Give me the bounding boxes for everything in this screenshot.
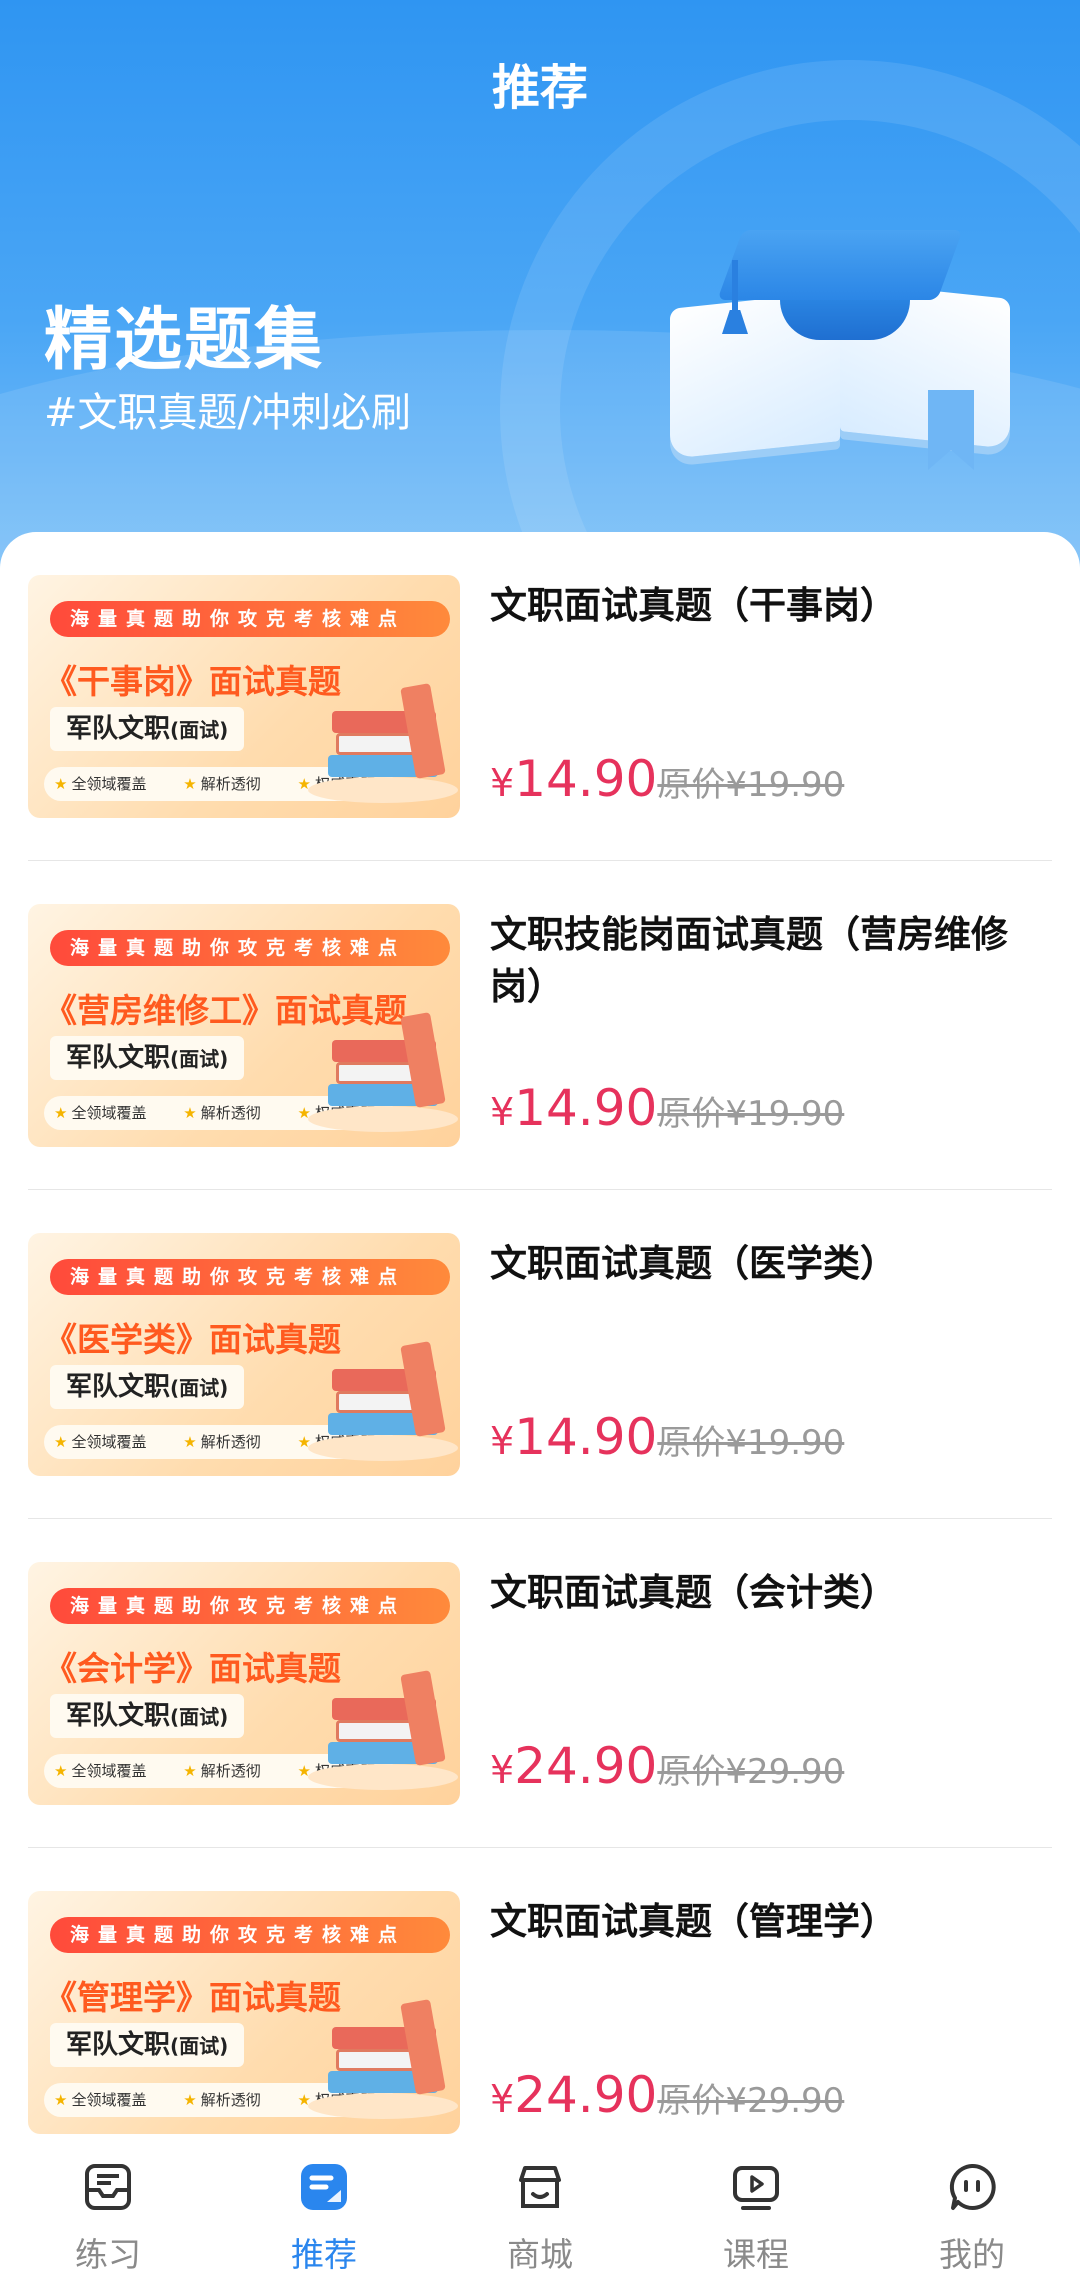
thumb-ribbon: 海量真题助你攻克考核难点 <box>50 930 450 966</box>
thumb-brand: 军队文职(面试) <box>50 1694 245 1738</box>
nav-item-practice[interactable]: 练习 <box>0 2140 216 2285</box>
nav-item-store[interactable]: 商城 <box>432 2140 648 2285</box>
thumb-headline: 《医学类》面试真题 <box>44 1320 341 1359</box>
price-row: ¥24.90原价¥29.90 <box>490 2066 844 2124</box>
list-item[interactable]: 海量真题助你攻克考核难点 《会计学》面试真题 军队文职(面试) ★ 全领域覆盖 ★… <box>0 1519 1080 1848</box>
course-thumbnail[interactable]: 海量真题助你攻克考核难点 《会计学》面试真题 军队文职(面试) ★ 全领域覆盖 ★… <box>28 1562 460 1805</box>
thumb-brand: 军队文职(面试) <box>50 2023 245 2067</box>
books-icon <box>308 1999 458 2121</box>
original-price: 原价¥19.90 <box>657 1094 845 1134</box>
item-title[interactable]: 文职面试真题（会计类） <box>490 1567 1060 1619</box>
list-item[interactable]: 海量真题助你攻克考核难点 《管理学》面试真题 军队文职(面试) ★ 全领域覆盖 ★… <box>0 1848 1080 2157</box>
hero-title: 精选题集 <box>44 301 325 380</box>
price-row: ¥14.90原价¥19.90 <box>490 1079 844 1137</box>
star-icon: ★ <box>183 2091 197 2109</box>
hero-subtitle: #文职真题/冲刺必刷 <box>44 390 411 436</box>
star-icon: ★ <box>54 775 68 793</box>
graduation-book-illustration <box>660 210 1020 480</box>
sale-price: 14.90 <box>514 1079 658 1137</box>
nav-label: 我的 <box>939 2235 1005 2274</box>
item-title[interactable]: 文职面试真题（干事岗） <box>490 580 1060 632</box>
course-thumbnail[interactable]: 海量真题助你攻克考核难点 《干事岗》面试真题 军队文职(面试) ★ 全领域覆盖 ★… <box>28 575 460 818</box>
course-thumbnail[interactable]: 海量真题助你攻克考核难点 《管理学》面试真题 军队文职(面试) ★ 全领域覆盖 ★… <box>28 1891 460 2134</box>
sale-price: 14.90 <box>514 750 658 808</box>
practice-icon <box>85 2164 131 2210</box>
books-icon <box>308 1012 458 1134</box>
thumb-brand: 军队文职(面试) <box>50 1036 245 1080</box>
thumb-headline: 《管理学》面试真题 <box>44 1978 341 2017</box>
currency-symbol: ¥ <box>490 2077 515 2121</box>
nav-label: 商城 <box>507 2235 573 2274</box>
nav-item-course[interactable]: 课程 <box>648 2140 864 2285</box>
star-icon: ★ <box>183 1762 197 1780</box>
recommend-icon <box>301 2164 347 2210</box>
header-banner: 推荐 精选题集 #文职真题/冲刺必刷 <box>0 0 1080 580</box>
list-item[interactable]: 海量真题助你攻克考核难点 《干事岗》面试真题 军队文职(面试) ★ 全领域覆盖 ★… <box>0 532 1080 861</box>
thumb-ribbon: 海量真题助你攻克考核难点 <box>50 1588 450 1624</box>
price-row: ¥14.90原价¥19.90 <box>490 1408 844 1466</box>
price-row: ¥14.90原价¥19.90 <box>490 750 844 808</box>
thumb-headline: 《会计学》面试真题 <box>44 1649 341 1688</box>
item-title[interactable]: 文职面试真题（管理学） <box>490 1896 1060 1948</box>
profile-icon <box>949 2163 996 2210</box>
original-price: 原价¥19.90 <box>657 1423 845 1463</box>
store-icon <box>519 2166 561 2208</box>
thumb-ribbon: 海量真题助你攻克考核难点 <box>50 601 450 637</box>
thumb-headline: 《干事岗》面试真题 <box>44 662 341 701</box>
page-title: 推荐 <box>491 60 588 116</box>
course-thumbnail[interactable]: 海量真题助你攻克考核难点 《医学类》面试真题 军队文职(面试) ★ 全领域覆盖 ★… <box>28 1233 460 1476</box>
question-set-list: 海量真题助你攻克考核难点 《干事岗》面试真题 军队文职(面试) ★ 全领域覆盖 ★… <box>0 532 1080 2157</box>
currency-symbol: ¥ <box>490 1748 515 1792</box>
original-price: 原价¥29.90 <box>657 1752 845 1792</box>
star-icon: ★ <box>54 1433 68 1451</box>
item-title[interactable]: 文职面试真题（医学类） <box>490 1238 1060 1290</box>
nav-label: 练习 <box>75 2235 141 2274</box>
list-item[interactable]: 海量真题助你攻克考核难点 《营房维修工》面试真题 军队文职(面试) ★ 全领域覆盖… <box>0 861 1080 1190</box>
star-icon: ★ <box>183 1433 197 1451</box>
sale-price: 24.90 <box>514 1737 658 1795</box>
price-row: ¥24.90原价¥29.90 <box>490 1737 844 1795</box>
bottom-nav: 练习 推荐 商城 课程 我的 <box>0 2140 1080 2285</box>
original-price: 原价¥19.90 <box>657 765 845 805</box>
star-icon: ★ <box>183 775 197 793</box>
currency-symbol: ¥ <box>490 761 515 805</box>
books-icon <box>308 683 458 805</box>
thumb-brand: 军队文职(面试) <box>50 707 245 751</box>
original-price: 原价¥29.90 <box>657 2081 845 2121</box>
sale-price: 14.90 <box>514 1408 658 1466</box>
currency-symbol: ¥ <box>490 1090 515 1134</box>
star-icon: ★ <box>54 1762 68 1780</box>
nav-item-recommend[interactable]: 推荐 <box>216 2140 432 2285</box>
star-icon: ★ <box>54 2091 68 2109</box>
nav-label: 课程 <box>723 2235 789 2274</box>
course-thumbnail[interactable]: 海量真题助你攻克考核难点 《营房维修工》面试真题 军队文职(面试) ★ 全领域覆盖… <box>28 904 460 1147</box>
thumb-brand: 军队文职(面试) <box>50 1365 245 1409</box>
list-item[interactable]: 海量真题助你攻克考核难点 《医学类》面试真题 军队文职(面试) ★ 全领域覆盖 ★… <box>0 1190 1080 1519</box>
currency-symbol: ¥ <box>490 1419 515 1463</box>
books-icon <box>308 1670 458 1792</box>
nav-item-profile[interactable]: 我的 <box>864 2140 1080 2285</box>
thumb-ribbon: 海量真题助你攻克考核难点 <box>50 1259 450 1295</box>
thumb-ribbon: 海量真题助你攻克考核难点 <box>50 1917 450 1953</box>
sale-price: 24.90 <box>514 2066 658 2124</box>
books-icon <box>308 1341 458 1463</box>
star-icon: ★ <box>54 1104 68 1122</box>
course-icon <box>733 2166 779 2210</box>
item-title[interactable]: 文职技能岗面试真题（营房维修岗） <box>490 909 1060 1013</box>
star-icon: ★ <box>183 1104 197 1122</box>
nav-label: 推荐 <box>291 2235 357 2274</box>
